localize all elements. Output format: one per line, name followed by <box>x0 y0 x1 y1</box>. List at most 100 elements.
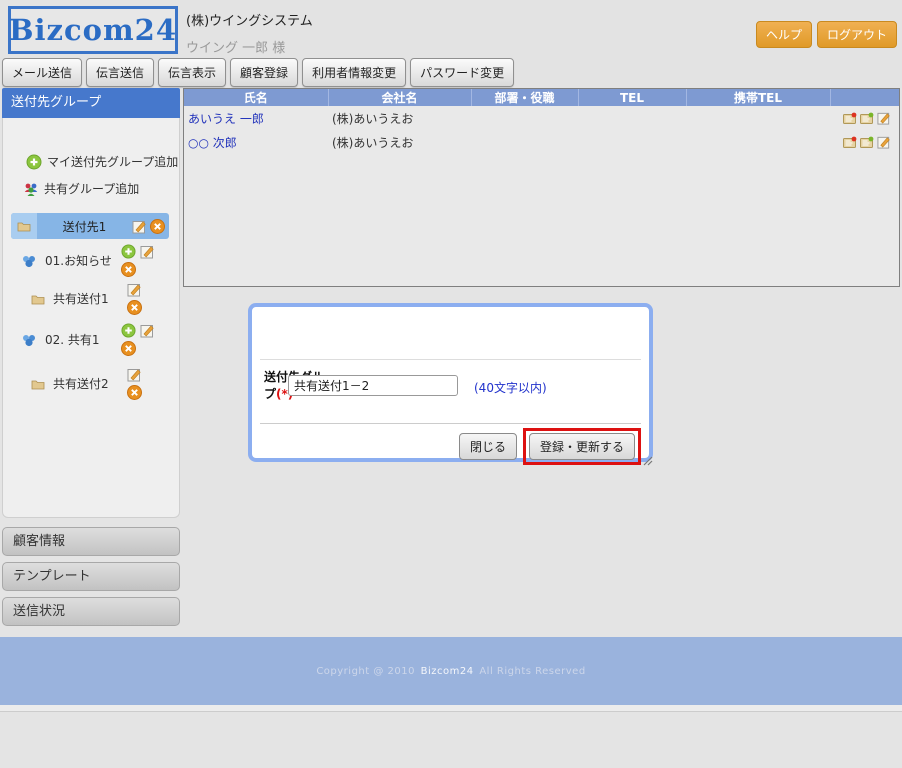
sidebar-group-oshirase[interactable]: 01.お知らせ <box>3 244 181 277</box>
edit-icon[interactable] <box>132 219 147 234</box>
toolbar-user-info-change-button[interactable]: 利用者情報変更 <box>302 58 407 87</box>
delete-x-icon[interactable] <box>121 341 136 356</box>
dialog-divider-bottom <box>260 423 641 424</box>
header: Bizcom24 (株)ウイングシステム ウイング 一郎 様 ヘルプ ログアウト… <box>0 0 902 88</box>
toolbar: メール送信 伝言送信 伝言表示 顧客登録 利用者情報変更 パスワード変更 <box>2 58 515 87</box>
green-plus-icon[interactable] <box>121 244 136 259</box>
toolbar-customer-register-button[interactable]: 顧客登録 <box>230 58 299 87</box>
sidebar-group-label: 01.お知らせ <box>45 254 112 268</box>
member-table: 氏名 会社名 部署・役職 TEL 携帯TEL あいうえ 一郎 (株)あいうえお <box>184 89 899 154</box>
footer-strip <box>0 705 902 712</box>
green-plus-icon[interactable] <box>121 323 136 338</box>
member-mobile <box>686 106 830 130</box>
company-name: (株)ウイングシステム <box>186 14 313 29</box>
green-plus-icon <box>26 154 42 169</box>
dialog-buttons: 閉じる 登録・更新する <box>458 428 641 465</box>
toolbar-password-change-button[interactable]: パスワード変更 <box>410 58 515 87</box>
header-actions: ヘルプ ログアウト <box>755 21 897 48</box>
char-limit-note: (40文字以内) <box>474 381 547 395</box>
sidebar-group-label: 送付先1 <box>62 219 107 234</box>
user-name: ウイング 一郎 様 <box>186 41 286 56</box>
folder-icon <box>31 380 45 389</box>
delete-x-icon[interactable] <box>127 300 142 315</box>
member-list-panel: 氏名 会社名 部署・役職 TEL 携帯TEL あいうえ 一郎 (株)あいうえお <box>183 88 900 287</box>
people-group-icon <box>23 255 35 267</box>
header-name: 氏名 <box>184 89 329 106</box>
group-name-input[interactable] <box>288 375 458 396</box>
edit-icon[interactable] <box>140 244 155 259</box>
table-header-row: 氏名 会社名 部署・役職 TEL 携帯TEL <box>184 89 899 106</box>
accordion-send-status[interactable]: 送信状況 <box>2 597 180 626</box>
group-edit-dialog: 送付先グループ(*) (40文字以内) 閉じる 登録・更新する <box>248 303 653 466</box>
toolbar-message-view-button[interactable]: 伝言表示 <box>158 58 227 87</box>
sidebar-group-label: 共有送付1 <box>53 292 109 306</box>
footer-copyright-text: Copyright @ 2010 <box>316 665 415 677</box>
folder-icon <box>31 295 45 304</box>
shared-group-icon <box>24 183 38 196</box>
help-button[interactable]: ヘルプ <box>755 21 812 48</box>
dialog-divider-top <box>260 359 641 360</box>
delete-x-icon[interactable] <box>127 385 142 400</box>
contact-card-green-icon[interactable] <box>860 135 874 149</box>
edit-icon[interactable] <box>127 282 142 297</box>
header-dept: 部署・役職 <box>471 89 579 106</box>
close-button[interactable]: 閉じる <box>458 433 517 460</box>
delete-x-icon[interactable] <box>150 218 165 234</box>
toolbar-message-send-button[interactable]: 伝言送信 <box>86 58 155 87</box>
member-tel <box>578 106 686 130</box>
header-mobile: 携帯TEL <box>686 89 831 106</box>
header-company: 会社名 <box>328 89 472 106</box>
folder-icon <box>11 213 37 239</box>
table-row: あいうえ 一郎 (株)あいうえお <box>184 106 899 130</box>
sidebar-group-kyoyu-soufu2[interactable]: 共有送付2 <box>3 369 181 400</box>
logout-button[interactable]: ログアウト <box>816 21 897 48</box>
delete-x-icon[interactable] <box>121 262 136 277</box>
member-company: (株)あいうえお <box>332 111 414 126</box>
sidebar-panel: マイ送付先グループ追加 共有グループ追加 送付先1 01.お知らせ 共有送付1 … <box>2 118 180 518</box>
sidebar-group-soufusaki1-selected[interactable]: 送付先1 <box>11 213 169 239</box>
edit-icon[interactable] <box>127 367 142 382</box>
add-my-group-label: マイ送付先グループ追加 <box>47 155 179 169</box>
sidebar-group-label: 02. 共有1 <box>45 333 100 347</box>
member-dept <box>471 106 578 130</box>
edit-icon[interactable] <box>877 135 891 149</box>
contact-card-green-icon[interactable] <box>860 111 874 125</box>
contact-card-red-icon[interactable] <box>843 135 857 149</box>
row-actions <box>834 135 895 149</box>
edit-icon[interactable] <box>140 323 155 338</box>
member-name-link[interactable]: あいうえ 一郎 <box>188 112 264 126</box>
member-company: (株)あいうえお <box>332 135 414 150</box>
table-row: ○○ 次郎 (株)あいうえお <box>184 130 899 154</box>
app-window: Bizcom24 (株)ウイングシステム ウイング 一郎 様 ヘルプ ログアウト… <box>0 0 902 768</box>
logo: Bizcom24 <box>8 6 178 54</box>
member-dept <box>471 130 578 154</box>
edit-icon[interactable] <box>877 111 891 125</box>
add-shared-group-link[interactable]: 共有グループ追加 <box>23 180 139 197</box>
accordion-template[interactable]: テンプレート <box>2 562 180 591</box>
add-my-group-link[interactable]: マイ送付先グループ追加 <box>26 153 178 170</box>
register-update-button[interactable]: 登録・更新する <box>528 433 635 460</box>
footer-copyright: Copyright @ 2010 Bizcom24 All Rights Res… <box>316 666 585 677</box>
highlight-annotation: 登録・更新する <box>522 428 641 465</box>
add-shared-group-label: 共有グループ追加 <box>44 182 140 196</box>
sidebar-group-label: 共有送付2 <box>53 377 109 391</box>
member-name-link[interactable]: ○○ 次郎 <box>188 136 237 150</box>
footer-brand: Bizcom24 <box>420 665 474 677</box>
resize-handle-icon[interactable] <box>641 454 653 466</box>
header-tel: TEL <box>578 89 687 106</box>
footer: Copyright @ 2010 Bizcom24 All Rights Res… <box>0 637 902 705</box>
people-group-icon <box>23 334 35 346</box>
sidebar-title: 送付先グループ <box>2 88 180 118</box>
accordion-customer-info[interactable]: 顧客情報 <box>2 527 180 556</box>
group-actions <box>132 218 169 234</box>
sidebar-group-kyoyu-soufu1[interactable]: 共有送付1 <box>3 284 181 315</box>
sidebar-group-kyoyu1[interactable]: 02. 共有1 <box>3 323 181 356</box>
contact-card-red-icon[interactable] <box>843 111 857 125</box>
member-tel <box>578 130 686 154</box>
row-actions <box>834 111 895 125</box>
logo-text: Bizcom24 <box>8 13 178 47</box>
header-actions <box>830 89 899 106</box>
footer-rights-text: All Rights Reserved <box>479 665 586 677</box>
member-mobile <box>686 130 830 154</box>
toolbar-mail-send-button[interactable]: メール送信 <box>2 58 83 87</box>
